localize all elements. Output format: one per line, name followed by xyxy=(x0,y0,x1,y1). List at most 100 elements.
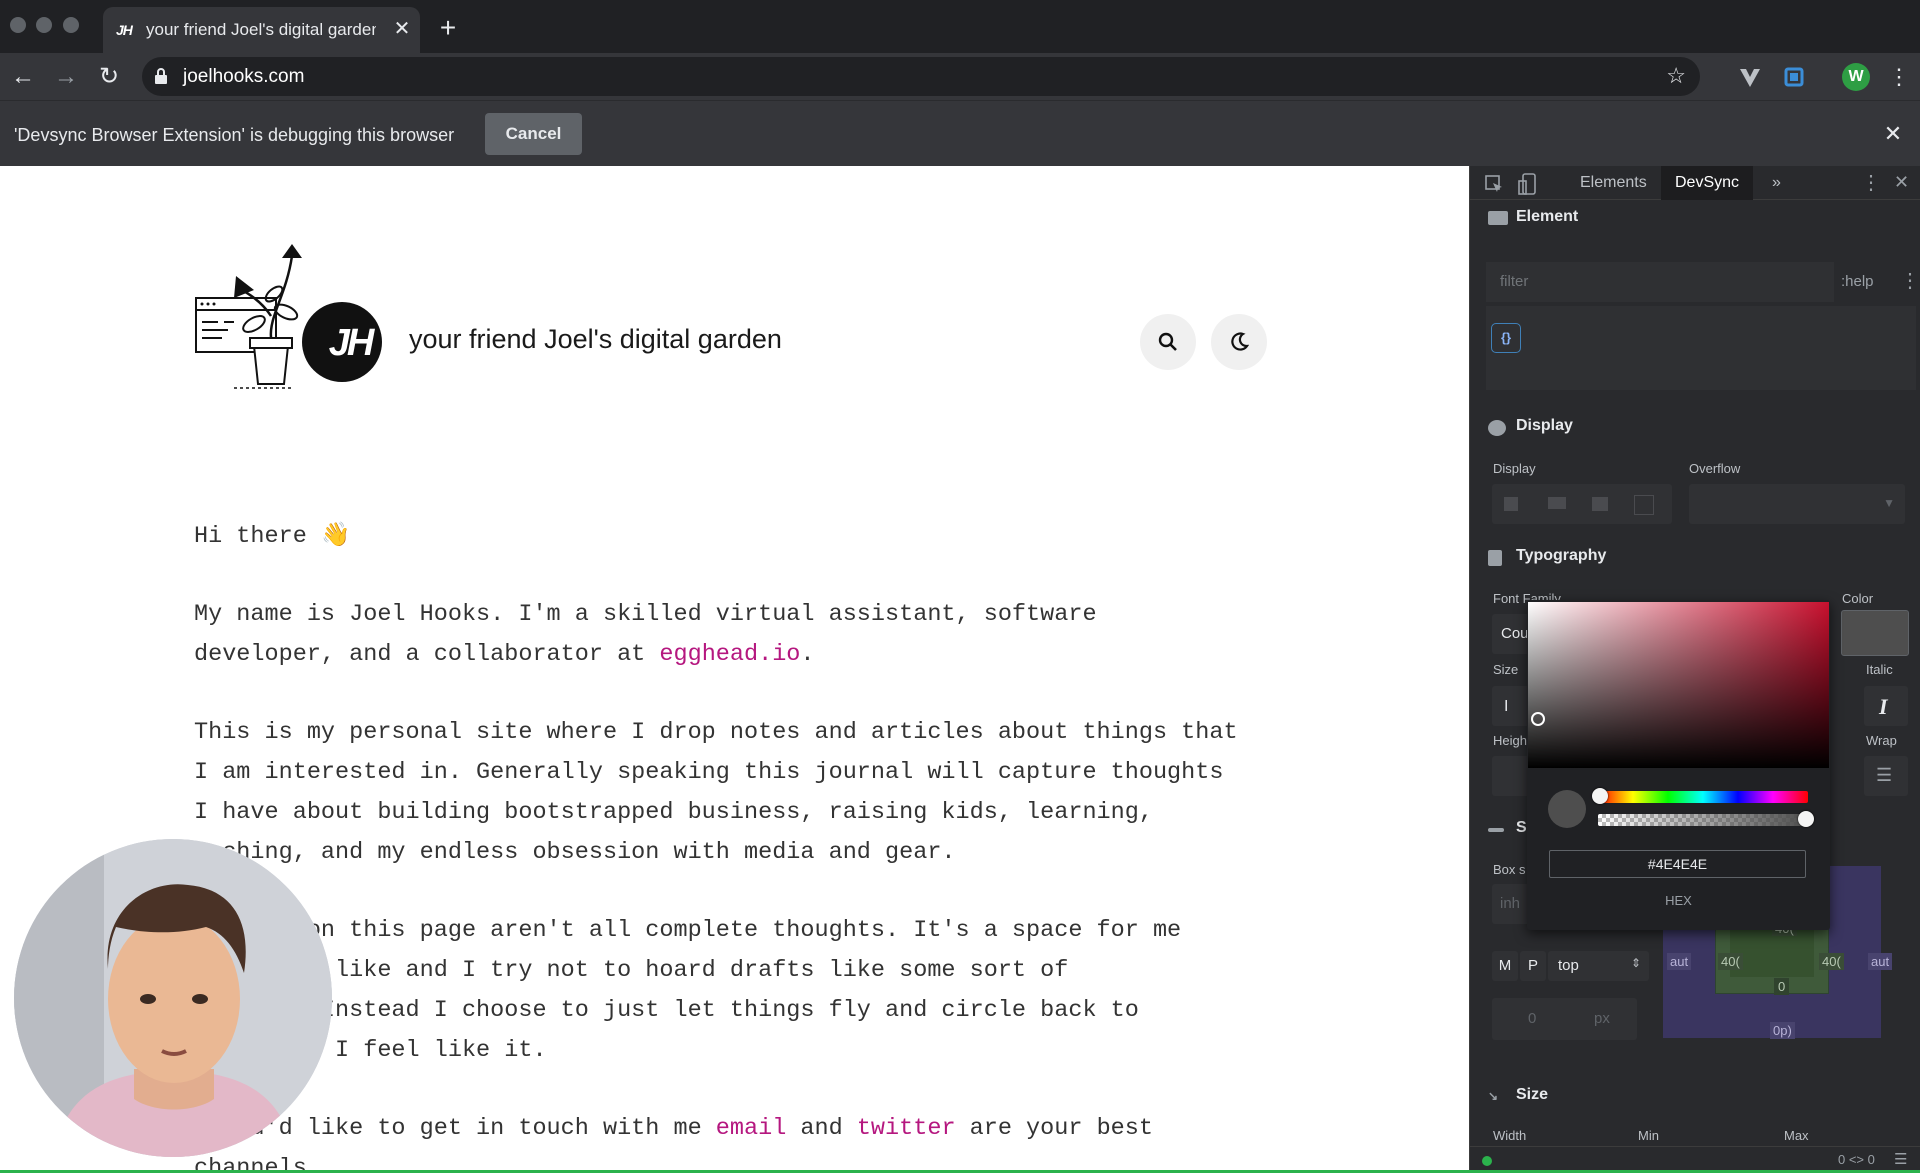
reload-icon[interactable]: ↻ xyxy=(94,62,124,92)
close-devtools-icon[interactable]: ✕ xyxy=(1894,172,1909,193)
new-tab-button[interactable]: + xyxy=(434,14,462,42)
search-button[interactable] xyxy=(1140,314,1196,370)
site-logo[interactable] xyxy=(194,236,384,396)
error-count[interactable]: 0 <> 0 xyxy=(1838,1152,1875,1167)
intro-line-1: My name is Joel Hooks. I'm a skilled vir… xyxy=(194,601,1097,628)
filter-options-icon[interactable]: ⋮ xyxy=(1900,268,1920,293)
element-icon xyxy=(1488,211,1508,225)
contact-line-1: you'd like to get in touch with me email… xyxy=(194,1109,1153,1149)
spacing-icon xyxy=(1488,828,1504,832)
spacing-value-input[interactable]: 0 px xyxy=(1492,998,1637,1040)
address-bar[interactable]: joelhooks.com ☆ xyxy=(142,57,1700,96)
browser-tab[interactable]: JH your friend Joel's digital garden ✕ xyxy=(103,7,420,53)
profile-avatar[interactable]: W xyxy=(1842,63,1870,91)
margin-left-value[interactable]: aut xyxy=(1667,953,1692,970)
bookmark-star-icon[interactable]: ☆ xyxy=(1666,64,1686,88)
email-link[interactable]: email xyxy=(716,1115,787,1142)
about-line-4: ching, and my endless obsession with med… xyxy=(194,839,956,866)
margin-right-value[interactable]: aut xyxy=(1868,953,1893,970)
display-none-icon[interactable] xyxy=(1634,495,1654,515)
filter-placeholder: filter xyxy=(1500,273,1529,290)
display-label: Display xyxy=(1493,461,1536,476)
filter-input[interactable]: filter xyxy=(1486,262,1834,302)
alpha-slider-handle[interactable] xyxy=(1798,811,1814,827)
console-drawer-icon[interactable]: ☰ xyxy=(1894,1150,1907,1168)
italic-button[interactable]: I xyxy=(1864,686,1908,726)
color-format-toggle[interactable]: HEX xyxy=(1527,893,1830,908)
tab-elements[interactable]: Elements xyxy=(1566,166,1661,200)
devtools-menu-icon[interactable]: ⋮ xyxy=(1861,170,1881,195)
more-tabs-icon[interactable]: » xyxy=(1758,166,1795,200)
padding-right-value[interactable]: 40( xyxy=(1819,953,1844,970)
intro-period: . xyxy=(800,641,815,668)
hex-input[interactable]: #4E4E4E xyxy=(1549,850,1806,878)
box-sizing-value: inh xyxy=(1500,895,1521,912)
saturation-value-area[interactable] xyxy=(1528,602,1829,768)
display-flex-icon[interactable] xyxy=(1592,497,1608,511)
padding-toggle[interactable]: P xyxy=(1520,951,1546,981)
browser-tab-strip: JH your friend Joel's digital garden ✕ + xyxy=(0,0,1920,53)
inspect-element-icon[interactable] xyxy=(1484,174,1504,194)
forward-icon[interactable]: → xyxy=(51,62,81,92)
padding-left-value[interactable]: 40( xyxy=(1718,953,1743,970)
hue-slider-handle[interactable] xyxy=(1592,788,1608,804)
updown-icon: ⇕ xyxy=(1630,956,1641,970)
font-size-input[interactable]: I xyxy=(1492,686,1532,726)
devtools-tabbar: Elements DevSync » ⋮ ✕ xyxy=(1470,166,1920,200)
debugging-infobar: 'Devsync Browser Extension' is debugging… xyxy=(0,100,1920,166)
devsync-extension-icon[interactable] xyxy=(1780,63,1808,91)
browser-menu-icon[interactable]: ⋮ xyxy=(1888,60,1910,94)
alpha-slider[interactable] xyxy=(1598,814,1808,826)
notes-line-3: mog. Instead I choose to just let things… xyxy=(194,997,1139,1024)
typography-icon xyxy=(1488,550,1502,566)
devtools-status-bar: 0 <> 0 ☰ xyxy=(1470,1146,1920,1173)
color-swatch-button[interactable] xyxy=(1841,610,1909,656)
close-tab-icon[interactable]: ✕ xyxy=(390,17,414,41)
content-value: 0 xyxy=(1774,978,1790,995)
intro-text: developer, and a collaborator at xyxy=(194,641,660,668)
close-window-button[interactable] xyxy=(10,17,26,33)
min-width-label: Min xyxy=(1638,1128,1659,1143)
side-select[interactable]: top ⇕ xyxy=(1548,951,1649,981)
notes-line-1: ies on this page aren't all complete tho… xyxy=(194,917,1182,944)
cancel-debugging-button[interactable]: Cancel xyxy=(485,113,582,155)
size-icon: ↘ xyxy=(1488,1089,1499,1103)
help-link[interactable]: :help xyxy=(1841,273,1874,290)
section-title: Element xyxy=(1516,208,1579,225)
site-title[interactable]: your friend Joel's digital garden xyxy=(409,322,782,356)
wrap-button[interactable]: ☰ xyxy=(1864,756,1908,796)
tab-devsync[interactable]: DevSync xyxy=(1661,166,1754,200)
spacing-unit: px xyxy=(1594,1010,1610,1027)
device-toolbar-icon[interactable] xyxy=(1518,173,1536,195)
hue-slider[interactable] xyxy=(1598,791,1808,803)
color-cursor-handle[interactable] xyxy=(1531,712,1545,726)
italic-icon: I xyxy=(1879,694,1888,719)
color-label: Color xyxy=(1842,591,1874,606)
display-mode-buttons[interactable] xyxy=(1492,484,1672,524)
search-icon xyxy=(1158,332,1177,351)
contact-tail: are your best xyxy=(955,1115,1153,1142)
braces-button[interactable]: {} xyxy=(1491,323,1521,353)
margin-bottom-value[interactable]: 0p) xyxy=(1770,1022,1795,1039)
styles-editor[interactable] xyxy=(1486,306,1916,390)
about-line-1: This is my personal site where I drop no… xyxy=(194,719,1238,746)
twitter-link[interactable]: twitter xyxy=(857,1115,956,1142)
dark-mode-toggle[interactable] xyxy=(1211,314,1267,370)
section-title: Size xyxy=(1516,1086,1549,1103)
margin-toggle[interactable]: M xyxy=(1492,951,1518,981)
size-label: Size xyxy=(1493,662,1519,677)
line-height-input[interactable] xyxy=(1492,756,1532,796)
minimize-window-button[interactable] xyxy=(36,17,52,33)
display-inline-icon[interactable] xyxy=(1548,497,1566,509)
page-viewport: JH your friend Joel's digital garden Hi … xyxy=(0,166,1469,1173)
overflow-select[interactable]: ▼ xyxy=(1689,484,1905,524)
current-color-swatch xyxy=(1548,790,1586,828)
browser-toolbar: ← → ↻ joelhooks.com ☆ xyxy=(0,53,1920,100)
close-infobar-icon[interactable]: ✕ xyxy=(1880,121,1906,147)
egghead-link[interactable]: egghead.io xyxy=(659,641,800,668)
maximize-window-button[interactable] xyxy=(63,17,79,33)
line-height-label: Heigh xyxy=(1493,733,1527,748)
display-block-icon[interactable] xyxy=(1504,497,1518,511)
vue-devtools-extension-icon[interactable] xyxy=(1736,63,1764,91)
back-icon[interactable]: ← xyxy=(8,62,38,92)
